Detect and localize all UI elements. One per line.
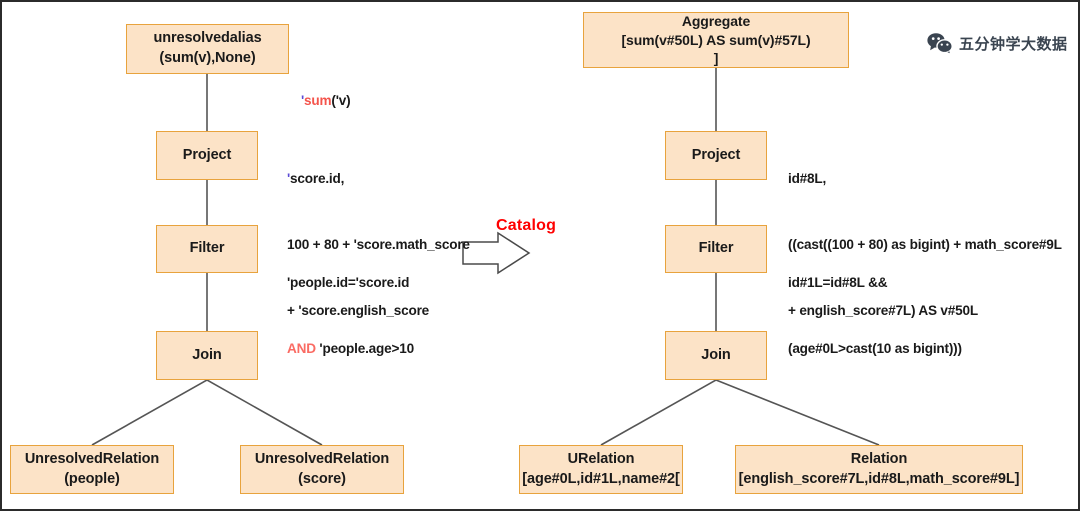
node-unresolvedrelation-score-line2: (score) [298, 470, 346, 487]
annotation-filter-right: id#1L=id#8L && (age#0L>cast(10 as bigint… [788, 228, 962, 404]
annotation-filter-left-line2: 'people.age>10 [315, 341, 414, 357]
node-project-left[interactable]: Project [156, 131, 258, 180]
node-filter-left-label: Filter [189, 240, 225, 257]
node-unresolvedalias-line2: (sum(v),None) [159, 50, 256, 66]
node-project-right[interactable]: Project [665, 131, 767, 180]
node-join-left[interactable]: Join [156, 331, 258, 380]
node-filter-right-label: Filter [698, 240, 734, 257]
annotation-project-left-line1: score.id, [290, 171, 345, 187]
node-join-right-label: Join [701, 346, 731, 363]
node-urelation-people-line2: [age#0L,id#1L,name#2[ [522, 470, 680, 487]
watermark-text: 五分钟学大数据 [959, 34, 1068, 53]
node-aggregate[interactable]: Aggregate [sum(v#50L) AS sum(v)#57L) ] [583, 12, 849, 68]
node-unresolvedrelation-score-line1: UnresolvedRelation [254, 450, 390, 467]
annotation-filter-left-keyword: AND [287, 341, 316, 357]
node-unresolvedalias[interactable]: unresolvedalias (sum(v),None) [126, 24, 289, 74]
node-join-left-label: Join [192, 346, 222, 363]
annotation-filter-right-line2: (age#0L>cast(10 as bigint))) [788, 341, 962, 357]
node-project-left-label: Project [182, 146, 232, 163]
node-urelation-people[interactable]: URelation [age#0L,id#1L,name#2[ [519, 445, 683, 494]
catalog-arrow [462, 231, 531, 275]
node-urelation-people-line1: URelation [567, 450, 635, 467]
node-filter-right[interactable]: Filter [665, 225, 767, 273]
annotation-filter-left-line1: 'people.id='score.id [287, 275, 410, 291]
node-unresolvedrelation-score[interactable]: UnresolvedRelation (score) [240, 445, 404, 494]
node-join-right[interactable]: Join [665, 331, 767, 380]
node-aggregate-line2: [sum(v#50L) AS sum(v)#57L) [621, 31, 811, 48]
wire-join-to-urelation [600, 379, 717, 446]
node-unresolvedrelation-people-line2: (people) [64, 470, 120, 487]
annotation-alias-rest: ('v) [331, 93, 351, 109]
watermark: 五分钟学大数据 [927, 32, 1068, 54]
diagram-canvas: unresolvedalias (sum(v),None) 'sum('v) P… [0, 0, 1080, 511]
annotation-filter-left: 'people.id='score.id AND 'people.age>10 [287, 228, 414, 404]
node-relation-score-line2: [english_score#7L,id#8L,math_score#9L] [738, 470, 1020, 487]
node-relation-score-line1: Relation [850, 450, 908, 467]
node-aggregate-line3: ] [713, 50, 719, 67]
node-unresolvedalias-line1: unresolvedalias [153, 30, 262, 47]
node-unresolvedrelation-people[interactable]: UnresolvedRelation (people) [10, 445, 174, 494]
node-unresolvedrelation-people-line1: UnresolvedRelation [24, 450, 160, 467]
node-project-right-label: Project [691, 146, 741, 163]
node-relation-score[interactable]: Relation [english_score#7L,id#8L,math_sc… [735, 445, 1023, 494]
node-filter-left[interactable]: Filter [156, 225, 258, 273]
annotation-alias-keyword: sum [304, 93, 332, 109]
catalog-label: Catalog [496, 217, 557, 234]
wechat-icon [927, 33, 953, 54]
annotation-filter-right-line1: id#1L=id#8L && [788, 275, 888, 291]
node-aggregate-line1: Aggregate [681, 12, 751, 29]
annotation-project-right-line1: id#8L, [788, 171, 827, 187]
wire-join-to-relation-people [91, 379, 208, 446]
